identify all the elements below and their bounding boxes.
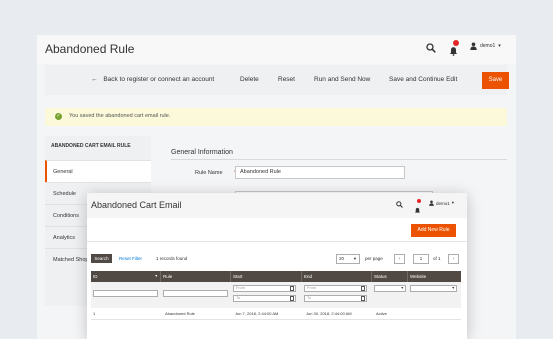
section-title: General Information bbox=[171, 149, 233, 156]
page-title: Abandoned Rule bbox=[45, 42, 135, 56]
user-name: demo1 bbox=[436, 200, 450, 206]
run-send-button[interactable]: Run and Send Now bbox=[314, 76, 370, 83]
next-page-button[interactable]: › bbox=[448, 254, 459, 264]
sidebar-item-general[interactable]: General bbox=[45, 160, 151, 182]
column-header-start[interactable]: Start bbox=[231, 271, 302, 282]
per-page-select[interactable]: 20 ▼ bbox=[336, 254, 360, 264]
table-row[interactable]: 1 Abandoned Rule Jun 7, 2018, 2:44:00 AM… bbox=[91, 308, 461, 320]
divider bbox=[171, 159, 507, 160]
start-to-input[interactable]: To bbox=[233, 295, 296, 302]
chevron-down-icon: ▼ bbox=[451, 286, 455, 290]
front-header: Abandoned Cart Email demo1 ▾ bbox=[87, 193, 467, 218]
records-count: 1 records found bbox=[156, 256, 188, 261]
chevron-down-icon: ▾ bbox=[451, 200, 455, 205]
column-header-id[interactable]: ID ▼ bbox=[91, 271, 161, 282]
column-header-website[interactable]: Website bbox=[408, 271, 461, 282]
chevron-down-icon: ▼ bbox=[400, 286, 404, 290]
notification-badge bbox=[417, 199, 421, 203]
user-icon bbox=[470, 42, 477, 50]
sort-icon: ▼ bbox=[154, 274, 158, 278]
calendar-icon[interactable] bbox=[290, 286, 294, 291]
status-filter-select[interactable]: ▼ bbox=[374, 285, 406, 292]
rule-filter-input[interactable] bbox=[163, 290, 228, 297]
website-filter-select[interactable]: ▼ bbox=[410, 285, 457, 292]
id-filter-input[interactable] bbox=[93, 290, 158, 297]
cell-rule: Abandoned Rule bbox=[165, 311, 195, 316]
check-icon: ✓ bbox=[55, 113, 62, 120]
calendar-icon[interactable] bbox=[290, 296, 294, 301]
page-total: of 1 bbox=[433, 256, 441, 261]
chevron-down-icon: ▾ bbox=[498, 43, 501, 49]
cell-start: Jun 7, 2018, 2:44:00 AM bbox=[235, 311, 279, 316]
success-message: ✓ You saved the abandoned cart email rul… bbox=[45, 108, 507, 126]
cell-end: Jun 30, 2018, 2:44:00 AM bbox=[306, 311, 352, 316]
arrow-left-icon: ← bbox=[91, 76, 98, 83]
delete-button[interactable]: Delete bbox=[240, 76, 259, 83]
save-continue-button[interactable]: Save and Continue Edit bbox=[389, 76, 457, 83]
action-toolbar: ← Back to register or connect an account… bbox=[45, 65, 509, 95]
column-header-rule[interactable]: Rule bbox=[161, 271, 231, 282]
chevron-down-icon: ▼ bbox=[353, 256, 357, 261]
search-icon[interactable] bbox=[396, 201, 403, 208]
cell-status: Active bbox=[376, 311, 387, 316]
table-header: ID ▼ Rule Start End Status Website bbox=[91, 271, 461, 282]
success-message-text: You saved the abandoned cart email rule. bbox=[69, 113, 171, 119]
prev-page-button[interactable]: ‹ bbox=[394, 254, 405, 264]
user-menu[interactable]: demo1 ▾ bbox=[429, 200, 454, 206]
reset-button[interactable]: Reset bbox=[278, 76, 295, 83]
divider bbox=[87, 241, 467, 242]
search-icon[interactable] bbox=[426, 43, 436, 53]
end-to-input[interactable]: To bbox=[304, 295, 367, 302]
notification-bell-icon[interactable] bbox=[449, 40, 459, 56]
add-new-rule-button[interactable]: Add New Rule bbox=[411, 224, 456, 237]
start-from-input[interactable]: From bbox=[233, 285, 296, 292]
sidebar-heading: ABANDONED CART EMAIL RULE bbox=[51, 143, 131, 149]
notification-badge bbox=[453, 40, 459, 46]
per-page-label: per page bbox=[365, 256, 383, 261]
calendar-icon[interactable] bbox=[361, 286, 365, 291]
rule-name-label: Rule Name bbox=[195, 170, 223, 176]
back-button[interactable]: ← Back to register or connect an account bbox=[91, 76, 214, 83]
user-icon bbox=[429, 200, 434, 206]
page-input[interactable]: 1 bbox=[413, 254, 429, 264]
rule-name-input[interactable]: Abandoned Rule bbox=[235, 166, 405, 179]
column-header-status[interactable]: Status bbox=[372, 271, 408, 282]
save-button[interactable]: Save bbox=[482, 72, 509, 89]
calendar-icon[interactable] bbox=[361, 296, 365, 301]
column-header-end[interactable]: End bbox=[302, 271, 372, 282]
back-header: Abandoned Rule demo1 ▾ bbox=[37, 35, 516, 64]
reset-filter-link[interactable]: Reset Filter bbox=[119, 256, 142, 261]
user-name: demo1 bbox=[480, 43, 496, 49]
notification-bell-icon[interactable] bbox=[414, 199, 421, 213]
cell-website bbox=[410, 308, 461, 320]
cell-id: 1 bbox=[93, 311, 96, 316]
search-button[interactable]: Search bbox=[91, 254, 112, 263]
user-menu[interactable]: demo1 ▾ bbox=[470, 42, 501, 50]
front-window: Abandoned Cart Email demo1 ▾ Add New Rul… bbox=[87, 193, 467, 339]
grid-title: Abandoned Cart Email bbox=[91, 200, 182, 210]
filter-row: From To From To ▼ ▼ bbox=[91, 282, 461, 308]
end-from-input[interactable]: From bbox=[304, 285, 367, 292]
